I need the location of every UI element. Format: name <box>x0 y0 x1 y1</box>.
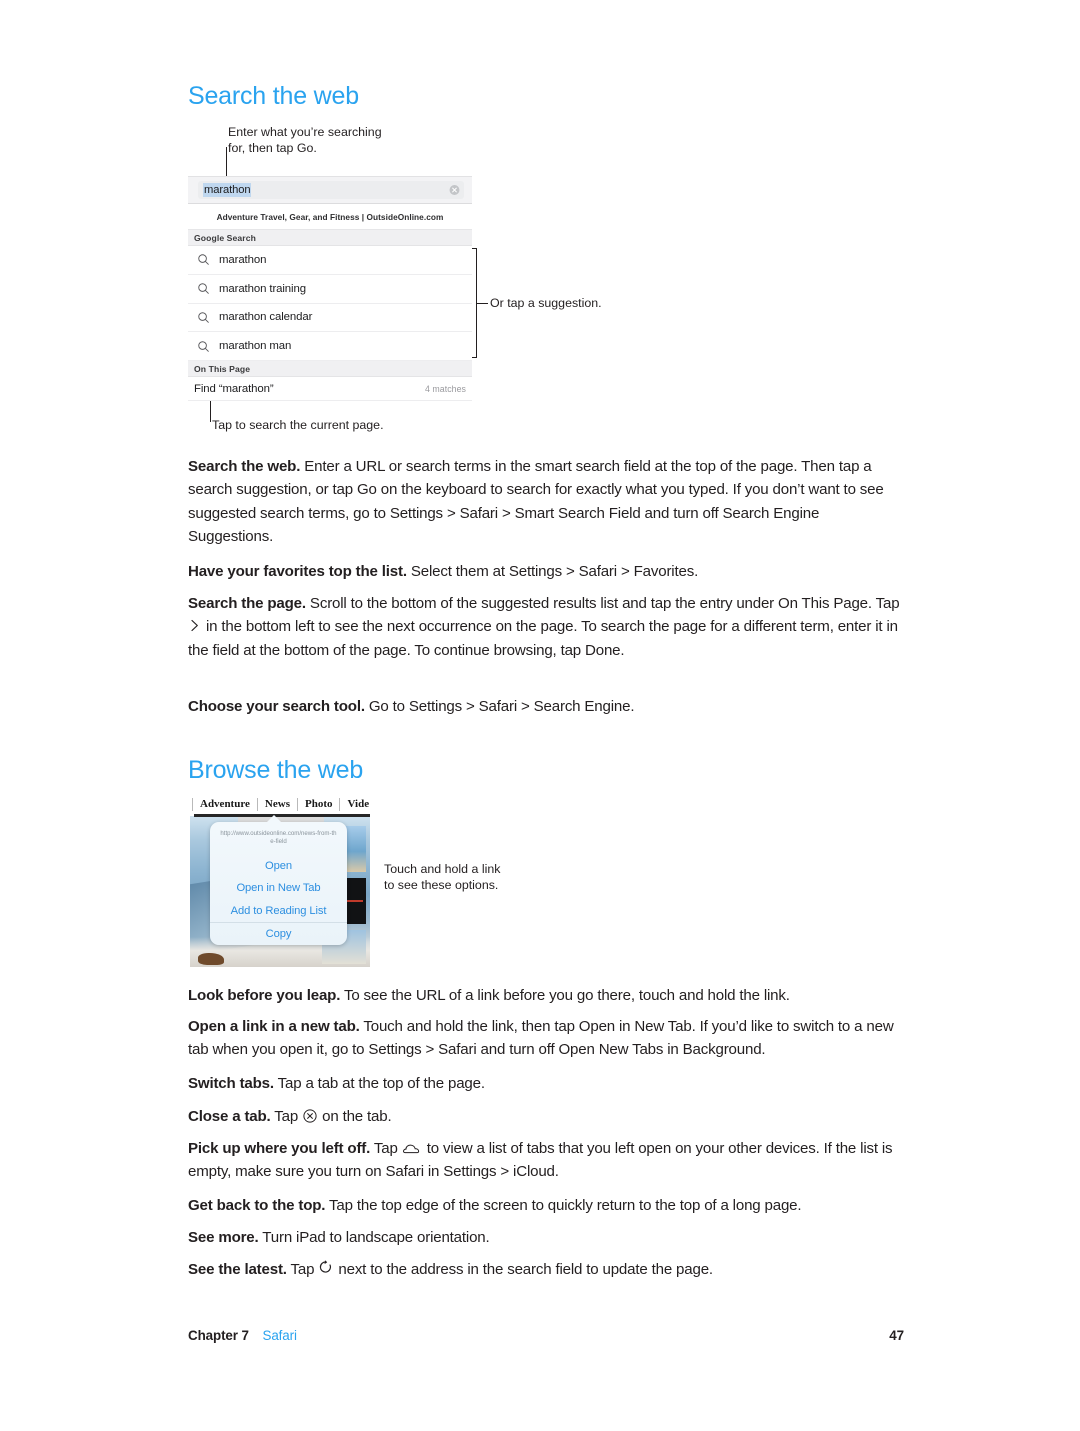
figure-link-popup: Adventure News Photo Vide http://www.out… <box>190 795 370 967</box>
paragraph-lead: Search the page. <box>188 595 306 612</box>
callout-tap-suggestion: Or tap a suggestion. <box>490 296 602 310</box>
suggestion-row[interactable]: marathon calendar <box>188 303 472 333</box>
paragraph-see-the-latest: See the latest. Tap next to the address … <box>188 1258 904 1281</box>
paragraph-lead: Look before you leap. <box>188 987 341 1004</box>
manual-page: Search the web Enter what you’re searchi… <box>0 0 1080 1431</box>
popover-url: http://www.outsideonline.com/news-from-t… <box>220 830 337 846</box>
paragraph-text: Tap the top edge of the screen to quickl… <box>325 1197 802 1214</box>
find-on-page-row[interactable]: Find “marathon” 4 matches <box>188 377 472 402</box>
paragraph-search-the-page: Search the page. Scroll to the bottom of… <box>188 592 904 662</box>
find-match-count: 4 matches <box>424 383 466 394</box>
smart-search-field[interactable]: marathon <box>188 176 472 204</box>
paragraph-text-after: next to the address in the search field … <box>334 1261 713 1278</box>
paragraph-text-before: Tap <box>370 1140 402 1157</box>
paragraph-text-before: Tap <box>286 1261 319 1278</box>
paragraph-lead: Search the web. <box>188 458 301 475</box>
reload-icon <box>320 1260 332 1273</box>
paragraph-lead: See the latest. <box>188 1261 287 1278</box>
callout-enter-search: Enter what you’re searching for, then ta… <box>228 125 382 155</box>
paragraph-text-after: in the bottom left to see the next occur… <box>188 618 898 659</box>
tab-video[interactable]: Vide <box>339 798 370 811</box>
paragraph-lead: Switch tabs. <box>188 1075 274 1092</box>
search-icon <box>198 341 209 352</box>
paragraph-close-a-tab: Close a tab. Tap on the tab. <box>188 1105 904 1128</box>
paragraph-text-after: on the tab. <box>318 1108 392 1125</box>
paragraph-text: Turn iPad to landscape orientation. <box>258 1229 490 1246</box>
paragraph-get-back-to-the-top: Get back to the top. Tap the top edge of… <box>188 1194 904 1217</box>
popover-item-add-to-reading-list[interactable]: Add to Reading List <box>210 900 347 922</box>
paragraph-lead: Open a link in a new tab. <box>188 1018 360 1035</box>
search-icon <box>198 283 209 294</box>
paragraph-have-your-favorites: Have your favorites top the list. Select… <box>188 560 904 583</box>
paragraph-switch-tabs: Switch tabs. Tap a tab at the top of the… <box>188 1072 904 1095</box>
tab-bar-underline <box>194 814 370 817</box>
paragraph-lead: Pick up where you left off. <box>188 1140 371 1157</box>
page-footer: 47 Chapter 7 Safari <box>188 1328 904 1343</box>
callout-touch-and-hold: Touch and hold a link to see these optio… <box>384 862 501 892</box>
popover-item-open-in-new-tab[interactable]: Open in New Tab <box>210 877 347 899</box>
paragraph-pick-up-where-you-left-off: Pick up where you left off. Tap to view … <box>188 1137 904 1184</box>
paragraph-text-before: Tap <box>270 1108 303 1125</box>
suggestion-row[interactable]: marathon man <box>188 332 472 362</box>
paragraph-lead: Close a tab. <box>188 1108 271 1125</box>
suggestion-label: marathon calendar <box>219 311 313 324</box>
paragraph-text-before: Scroll to the bottom of the suggested re… <box>305 595 900 612</box>
footer-chapter: Chapter 7 <box>188 1328 249 1343</box>
paragraph-choose-your-search-tool: Choose your search tool. Go to Settings … <box>188 695 904 718</box>
tab-adventure[interactable]: Adventure <box>192 798 257 811</box>
callout-bracket-stem <box>477 303 488 304</box>
paragraph-open-link-new-tab: Open a link in a new tab. Touch and hold… <box>188 1015 904 1062</box>
paragraph-text: To see the URL of a link before you go t… <box>340 987 790 1004</box>
tab-news[interactable]: News <box>256 798 297 811</box>
paragraph-text: Select them at Settings > Safari > Favor… <box>406 563 699 580</box>
paragraph-text: Tap a tab at the top of the page. <box>273 1075 485 1092</box>
icloud-tabs-icon <box>402 1144 419 1154</box>
search-icon <box>198 254 209 266</box>
popover-item-copy[interactable]: Copy <box>210 921 347 945</box>
callout-tap-search-page: Tap to search the current page. <box>212 418 384 432</box>
paragraph-search-the-web: Search the web. Enter a URL or search te… <box>188 455 904 549</box>
chevron-right-icon <box>191 620 198 632</box>
page-number: 47 <box>889 1328 904 1343</box>
find-on-page-label: Find “marathon” <box>194 382 274 395</box>
suggestion-row[interactable]: marathon training <box>188 274 472 304</box>
paragraph-text: Go to Settings > Safari > Search Engine. <box>364 698 635 715</box>
paragraph-look-before-you-leap: Look before you leap. To see the URL of … <box>188 984 904 1007</box>
paragraph-lead: Get back to the top. <box>188 1197 326 1214</box>
search-input-wrapper[interactable]: marathon <box>198 181 464 199</box>
clear-circle-icon[interactable] <box>449 185 460 196</box>
paragraph-see-more: See more. Turn iPad to landscape orienta… <box>188 1226 904 1249</box>
popover-item-open[interactable]: Open <box>210 855 347 877</box>
search-input[interactable]: marathon <box>203 183 252 197</box>
close-circle-icon <box>303 1109 317 1123</box>
suggestions-group-header-on-this-page: On This Page <box>188 361 472 378</box>
site-banner-title: Adventure Travel, Gear, and Fitness | Ou… <box>188 204 472 230</box>
suggestion-label: marathon training <box>219 282 306 295</box>
page-title-browse-the-web: Browse the web <box>188 756 364 784</box>
figure-smart-search-field: marathon Adventure Travel, Gear, and Fit… <box>188 176 472 402</box>
suggestion-label: marathon man <box>219 340 292 353</box>
suggestions-group-header-google: Google Search <box>188 230 472 246</box>
suggestion-label: marathon <box>219 253 267 266</box>
paragraph-lead: Choose your search tool. <box>188 698 365 715</box>
photo-rock <box>198 953 224 965</box>
footer-section-link[interactable]: Safari <box>263 1328 297 1343</box>
paragraph-lead: See more. <box>188 1229 259 1246</box>
tab-photo[interactable]: Photo <box>296 798 340 811</box>
link-action-popover: http://www.outsideonline.com/news-from-t… <box>210 814 347 946</box>
paragraph-lead: Have your favorites top the list. <box>188 563 407 580</box>
search-icon <box>198 312 209 323</box>
suggestion-row[interactable]: marathon <box>188 246 472 275</box>
safari-tab-bar[interactable]: Adventure News Photo Vide <box>190 795 370 814</box>
page-title-search-the-web: Search the web <box>188 82 359 110</box>
